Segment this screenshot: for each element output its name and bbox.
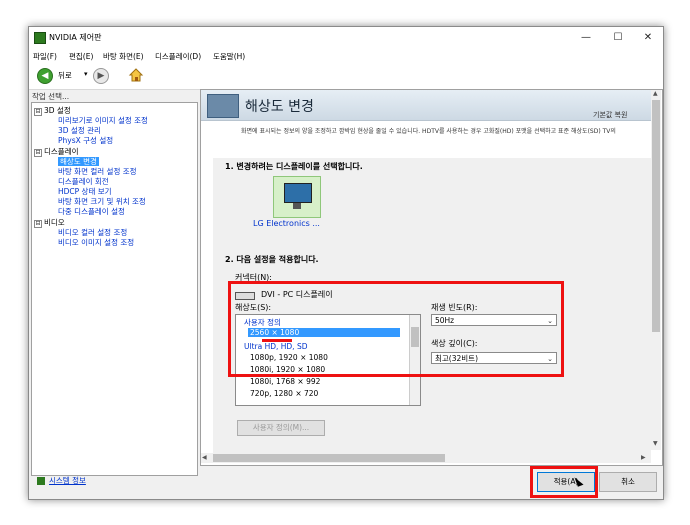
back-dropdown-chevron-icon[interactable]: ▾ [84,70,88,78]
maximize-button[interactable]: ☐ [607,30,629,46]
task-pane-label: 작업 선택... [32,92,70,101]
tree-item-video-image[interactable]: 비디오 이미지 설정 조정 [58,237,134,248]
menu-edit[interactable]: 편집(E) [69,51,93,62]
menu-help[interactable]: 도움말(H) [213,51,245,62]
collapse-icon[interactable]: ⊟ [34,108,42,116]
scroll-up-icon[interactable]: ▲ [653,90,658,97]
highlight-box-settings [228,281,564,377]
scroll-down-icon[interactable]: ▼ [653,440,658,447]
nvidia-control-panel-window: NVIDIA 제어판 — ☐ ✕ 파일(F) 편집(E) 바탕 화면(E) 디스… [28,26,664,500]
back-arrow-icon[interactable]: ◀ [37,68,53,84]
restore-defaults-link[interactable]: 기본값 복원 [593,110,627,120]
system-info-link[interactable]: 시스템 정보 [49,475,86,486]
page-title: 해상도 변경 [245,99,314,115]
system-info-icon [37,477,45,485]
display-selector[interactable] [273,176,321,218]
content-vertical-scrollbar[interactable]: ▲ ▼ [651,90,661,450]
step2-heading: 2. 다음 설정을 적용합니다. [225,255,319,264]
tree-category-label: 비디오 [44,218,65,227]
home-icon[interactable] [128,67,144,83]
toolbar: ◀ ▾ ▶ [29,63,663,90]
cancel-button[interactable]: 취소 [599,472,657,492]
task-tree: ⊟ 3D 설정 미리보기로 이미지 설정 조정 3D 설정 관리 PhysX 구성… [31,102,198,476]
page-description: 화면에 표시되는 정보의 양을 조정하고 깜박임 현상을 줄일 수 있습니다. … [241,128,616,135]
nvidia-app-icon [34,32,46,44]
scroll-right-icon[interactable]: ▶ [641,454,646,461]
monitor-icon [284,183,312,203]
tree-item-label: 해상도 변경 [58,157,99,166]
window-title: NVIDIA 제어판 [49,33,102,42]
vertical-scroll-thumb[interactable] [652,100,660,332]
list-item[interactable]: 1080i, 1768 × 992 [250,377,320,386]
tree-category-label: 디스플레이 [44,147,79,156]
list-item[interactable]: 720p, 1280 × 720 [250,389,318,398]
tree-category-label: 3D 설정 [44,106,71,115]
custom-resolution-button[interactable]: 사용자 정의(M)... [237,420,325,436]
menu-desktop[interactable]: 바탕 화면(E) [103,51,144,62]
menu-bar: 파일(F) 편집(E) 바탕 화면(E) 디스플레이(D) 도움말(H) [29,49,663,63]
collapse-icon[interactable]: ⊟ [34,220,42,228]
monitor-stand [293,203,301,209]
minimize-button[interactable]: — [575,30,597,46]
content-horizontal-scrollbar[interactable]: ◀ ▶ [201,453,651,463]
horizontal-scroll-thumb[interactable] [213,454,445,462]
menu-display[interactable]: 디스플레이(D) [155,51,201,62]
forward-arrow-icon[interactable]: ▶ [93,68,109,84]
monitor-label[interactable]: LG Electronics ... [253,219,320,228]
tree-item-physx[interactable]: PhysX 구성 설정 [58,135,113,146]
close-button[interactable]: ✕ [637,30,659,46]
scroll-left-icon[interactable]: ◀ [202,454,207,461]
content-pane: 해상도 변경 기본값 복원 화면에 표시되는 정보의 양을 조정하고 깜박임 현… [200,89,663,466]
collapse-icon[interactable]: ⊟ [34,149,42,157]
title-bar: NVIDIA 제어판 — ☐ ✕ [29,27,663,49]
tree-item-multi-display[interactable]: 다중 디스플레이 설정 [58,206,125,217]
highlight-underline [262,339,292,342]
back-button-label[interactable]: 뒤로 [58,70,72,81]
page-banner: 해상도 변경 기본값 복원 [201,90,651,121]
display-settings-icon [207,94,239,118]
highlight-box-apply [530,466,598,498]
step1-heading: 1. 변경하려는 디스플레이를 선택합니다. [225,162,363,171]
menu-file[interactable]: 파일(F) [33,51,57,62]
